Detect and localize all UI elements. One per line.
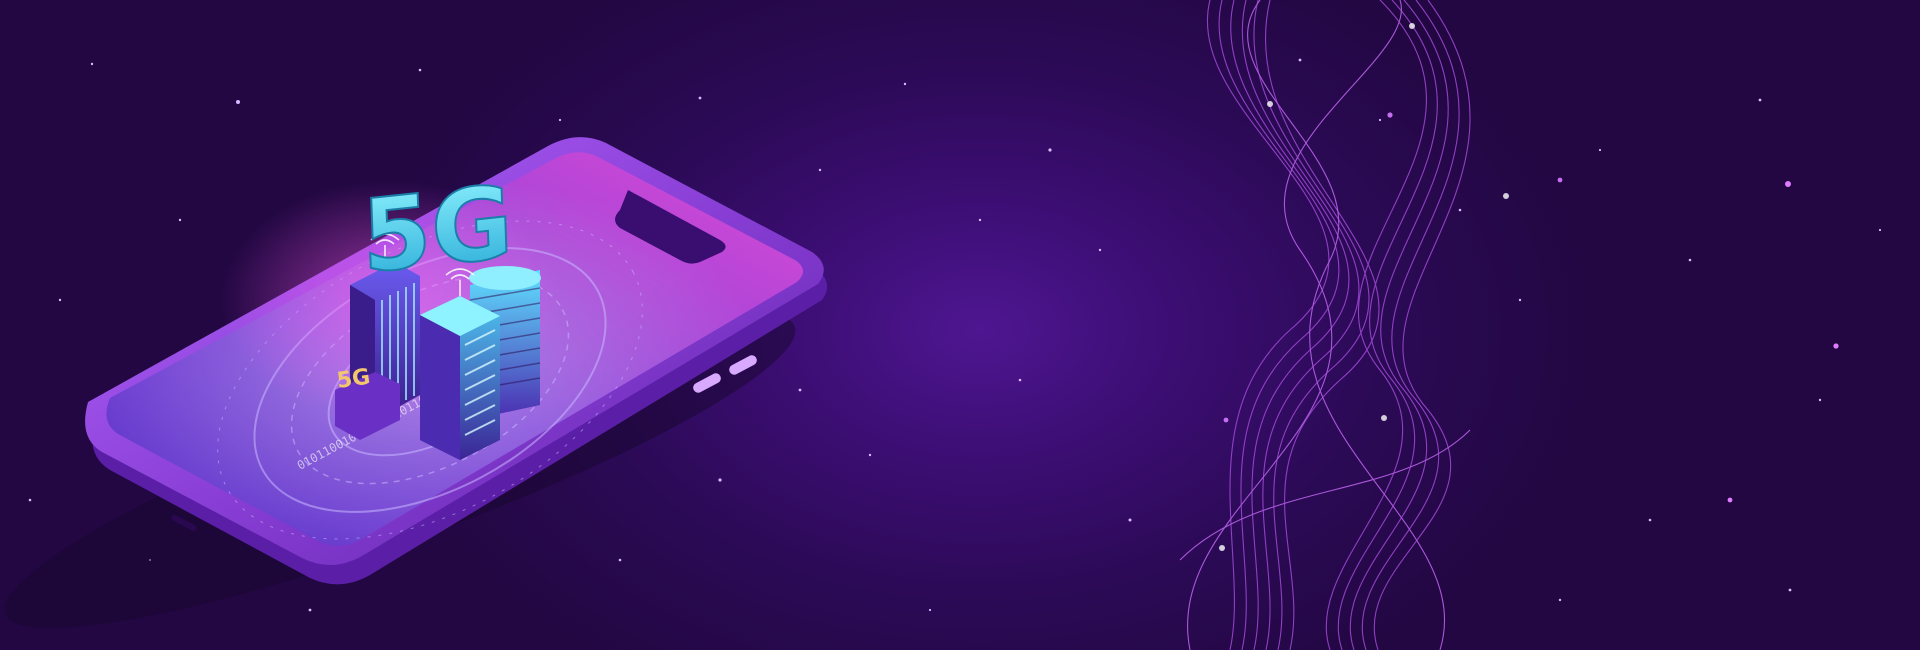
wave-lines-icon — [1179, 0, 1471, 650]
wave-sparkles — [1219, 23, 1509, 551]
hero-scene: 0101100101011001011010010110 — [4, 0, 1882, 650]
hero-banner: 0101100101011001011010010110 — [0, 0, 1920, 650]
5g-badge-large: 5G — [360, 163, 515, 296]
5g-badge-small: 5G — [335, 365, 372, 394]
